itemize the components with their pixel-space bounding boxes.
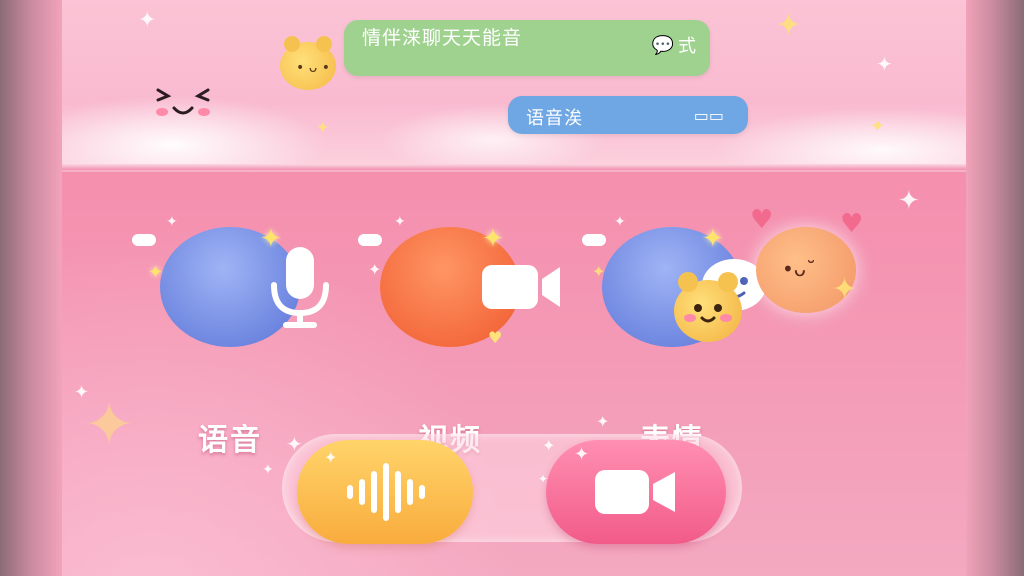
- sparkle-icon: ✦: [316, 118, 330, 137]
- sparkle-icon: ✦: [574, 444, 590, 465]
- speech-bubble-icon: 💬: [651, 34, 674, 56]
- bear-face-icon: •ᴗ˘: [782, 257, 817, 281]
- sparkle-icon: ✦: [394, 214, 406, 230]
- sparkle-icon: ✦: [166, 214, 178, 230]
- cloud-icon: [358, 234, 382, 246]
- chat-message-text: 语音涘: [526, 108, 583, 129]
- chat-bubble-green[interactable]: 情伴涞聊天天能音 💬 式: [344, 20, 710, 76]
- bear-sticker-icon: [674, 272, 742, 342]
- sparkle-icon: ✦: [876, 52, 893, 76]
- chat-preview-area: ✦ ✦ ✦ ✦ ✦ • ᴗ • 情伴涞聊天天能音 💬 式 语音涘 ▭▭: [62, 0, 966, 170]
- double-chat-icon: ▭▭: [693, 106, 724, 125]
- sparkle-icon: ✦: [542, 436, 556, 455]
- heart-icon: ♥: [750, 205, 774, 235]
- sparkle-icon: ✦: [324, 448, 338, 467]
- sparkle-icon: ✦: [898, 186, 920, 216]
- voice-label: 语音: [198, 423, 262, 458]
- sparkle-icon: ✦: [148, 262, 164, 283]
- sparkle-icon: ✦: [776, 8, 802, 43]
- chat-bubble-blue[interactable]: 语音涘 ▭▭: [508, 96, 748, 134]
- sparkle-icon: ✦: [138, 8, 157, 33]
- video-camera-icon: [595, 470, 675, 514]
- sparkle-icon: ✦: [592, 262, 606, 281]
- sparkle-icon: ✦: [262, 462, 274, 478]
- cloud-icon: [132, 234, 156, 246]
- sparkle-icon: ✦: [260, 224, 282, 254]
- bear-avatar-icon: • ᴗ •: [280, 36, 336, 90]
- chat-message-suffix: 式: [678, 36, 696, 57]
- cloud-icon: [582, 234, 606, 246]
- main-panel: 语音 ✦ ✦ ✦ 视频 ✦ ✦ ✦ ♥: [62, 172, 966, 576]
- video-call-button[interactable]: [546, 440, 726, 544]
- sparkle-icon: ✦: [596, 412, 610, 431]
- heart-icon: ♥: [840, 209, 864, 239]
- kawaii-face-icon: [152, 80, 210, 120]
- sparkle-icon: ✦: [702, 224, 724, 254]
- bear-face-icon: • ᴗ •: [296, 60, 330, 76]
- sparkle-icon: ✦: [286, 432, 303, 456]
- sparkle-icon: ✦: [84, 390, 135, 460]
- sparkle-icon: ✦: [832, 272, 858, 307]
- sparkle-icon: ✦: [614, 214, 626, 230]
- sparkle-icon: ✦: [482, 224, 504, 254]
- phone-screen: ✦ ✦ ✦ ✦ ✦ • ᴗ • 情伴涞聊天天能音 💬 式 语音涘 ▭▭ 语音 ✦…: [62, 0, 966, 576]
- video-feature[interactable]: 视频: [380, 227, 560, 458]
- sparkle-icon: ✦: [368, 260, 382, 279]
- sparkle-icon: ✦: [538, 472, 549, 486]
- sparkle-icon: ✦: [870, 116, 886, 137]
- microphone-icon: [271, 247, 329, 328]
- heart-icon: ♥: [488, 328, 503, 347]
- chat-bubble-meta: 💬 式: [652, 32, 696, 58]
- sound-wave-icon: [347, 463, 425, 521]
- section-divider: [62, 164, 966, 170]
- voice-feature[interactable]: 语音: [160, 227, 329, 458]
- video-camera-icon: [482, 265, 560, 309]
- sparkle-icon: ✦: [74, 382, 90, 403]
- chat-message-text: 情伴涞聊天天能音: [362, 27, 523, 49]
